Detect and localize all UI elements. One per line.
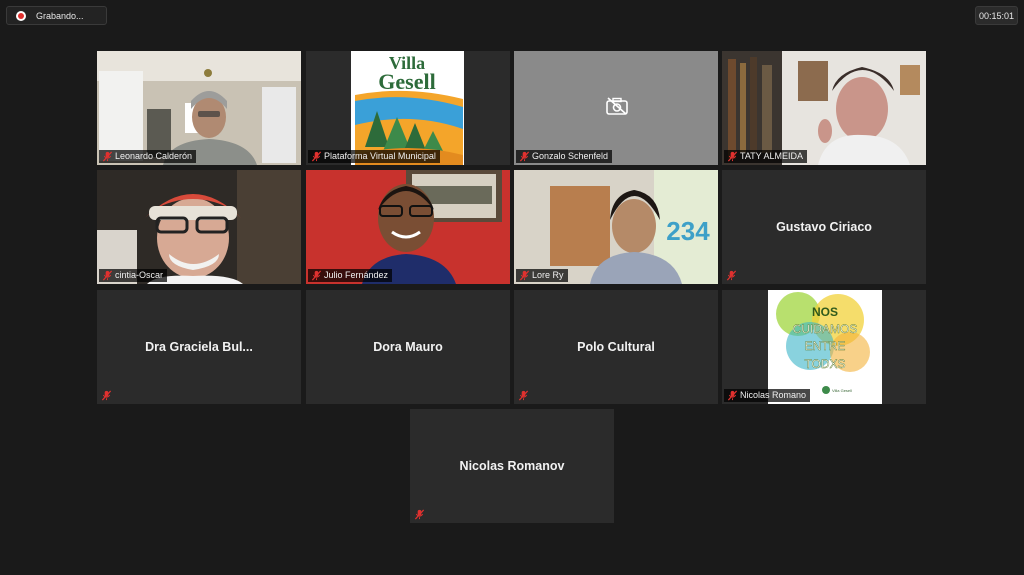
mic-muted-icon (414, 509, 425, 520)
participant-name-tag: Lore Ry (516, 269, 568, 282)
participant-tile[interactable]: Leonardo Calderón (97, 51, 301, 165)
record-icon (16, 10, 26, 21)
participant-name: Nicolas Romanov (459, 459, 565, 473)
participant-tile[interactable]: NOS CUIDAMOS ENTRE TODXS Villa Gesell Ni… (722, 290, 926, 404)
meeting-timer: 00:15:01 (975, 6, 1018, 25)
participant-tile[interactable]: TATY ALMEIDA (722, 51, 926, 165)
participant-name: Plataforma Virtual Municipal (324, 151, 436, 161)
participant-name-tag: Julio Fernández (308, 269, 393, 282)
participant-tile[interactable]: Villa Gesell Plataforma Virtual Municipa… (306, 51, 510, 165)
mic-muted-icon (518, 390, 529, 401)
mic-muted-icon (102, 151, 113, 162)
logo-line-1: NOS (812, 305, 838, 319)
participant-video (97, 170, 301, 284)
wall-numbers: 234 (666, 216, 710, 246)
villa-gesell-logo: Villa Gesell (351, 51, 464, 165)
logo-line-3: ENTRE (805, 339, 846, 353)
participant-name: Polo Cultural (577, 340, 655, 354)
participant-video (306, 170, 510, 284)
logo-line-4: TODXS (804, 357, 845, 371)
logo-text-2: Gesell (378, 69, 435, 94)
logo-line-2: CUIDAMOS (793, 322, 858, 336)
participant-name: Dra Graciela Bul... (145, 340, 253, 354)
participant-tile[interactable]: Dora Mauro (306, 290, 510, 404)
participant-video (97, 51, 301, 165)
participant-name-tag: cintia-Oscar (99, 269, 168, 282)
mic-muted-icon (311, 151, 322, 162)
logo-small-text: Villa Gesell (832, 388, 852, 393)
participant-tile[interactable]: Julio Fernández (306, 170, 510, 284)
mic-muted-icon (102, 270, 113, 281)
participant-tile[interactable]: Nicolas Romanov (410, 409, 614, 523)
mic-muted-icon (727, 151, 738, 162)
logo-graphic: Villa Gesell (355, 53, 463, 165)
participant-name-tag: Gonzalo Schenfeld (516, 150, 613, 163)
participant-name: cintia-Oscar (115, 270, 164, 280)
mic-muted-icon (519, 151, 530, 162)
participant-name: TATY ALMEIDA (740, 151, 804, 161)
participant-tile[interactable]: Dra Graciela Bul... (97, 290, 301, 404)
recording-label: Grabando... (36, 10, 84, 21)
participant-name: Leonardo Calderón (115, 151, 193, 161)
nos-cuidamos-logo: NOS CUIDAMOS ENTRE TODXS Villa Gesell (768, 290, 882, 404)
mic-muted-icon (311, 270, 322, 281)
participant-video (722, 51, 926, 165)
participant-video: 234 (514, 170, 718, 284)
participant-name: Gustavo Ciriaco (776, 220, 872, 234)
participant-name-tag: TATY ALMEIDA (724, 150, 808, 163)
participant-tile[interactable]: 234 Lore Ry (514, 170, 718, 284)
participant-tile[interactable]: Polo Cultural (514, 290, 718, 404)
mic-muted-icon (519, 270, 530, 281)
participant-name: Julio Fernández (324, 270, 389, 280)
participant-tile[interactable]: cintia-Oscar (97, 170, 301, 284)
participant-name: Nicolas Romano (740, 390, 807, 400)
camera-off-icon (606, 97, 628, 115)
mic-muted-icon (726, 270, 737, 281)
mic-muted-icon (101, 390, 112, 401)
participant-name: Lore Ry (532, 270, 564, 280)
recording-indicator[interactable]: Grabando... (6, 6, 107, 25)
mic-muted-icon (727, 390, 738, 401)
participant-name: Dora Mauro (373, 340, 443, 354)
participant-name-tag: Leonardo Calderón (99, 150, 197, 163)
participant-tile[interactable]: Gonzalo Schenfeld (514, 51, 718, 165)
participant-name-tag: Nicolas Romano (724, 389, 811, 402)
participant-name-tag: Plataforma Virtual Municipal (308, 150, 440, 163)
logo-graphic: NOS CUIDAMOS ENTRE TODXS Villa Gesell (776, 292, 870, 394)
participant-name: Gonzalo Schenfeld (532, 151, 609, 161)
participant-tile[interactable]: Gustavo Ciriaco (722, 170, 926, 284)
